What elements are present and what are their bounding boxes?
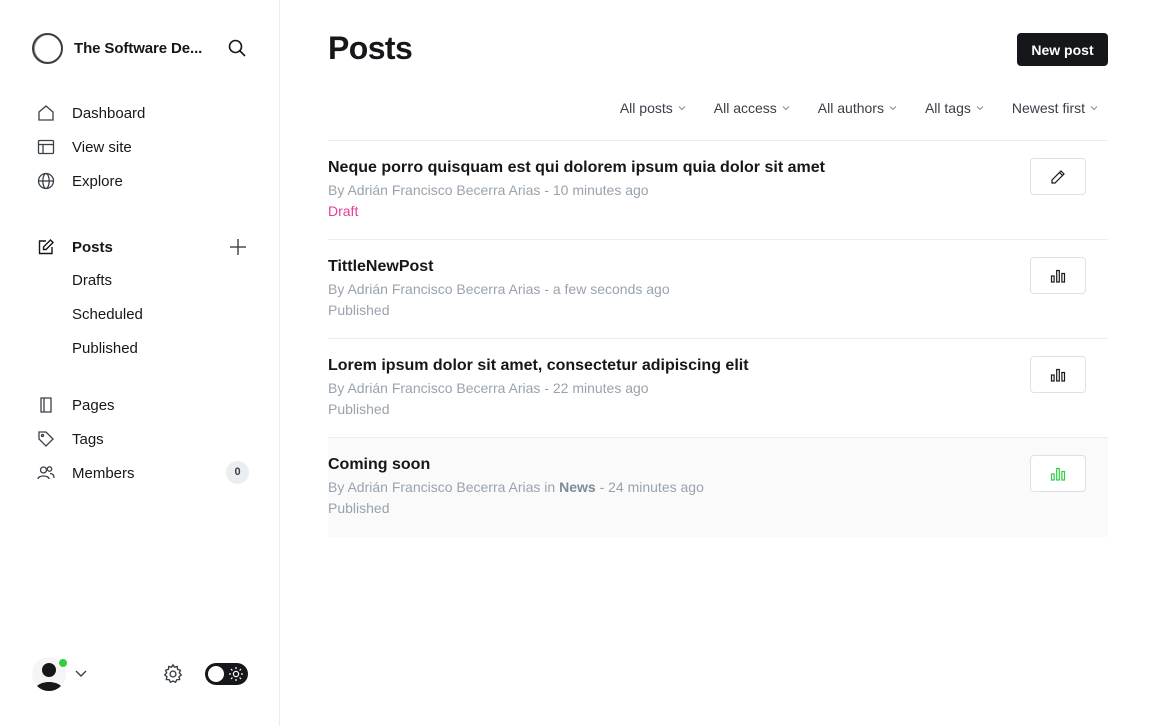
post-tag[interactable]: News [559,479,596,495]
post-row[interactable]: Lorem ipsum dolor sit amet, consectetur … [328,339,1108,438]
post-tag-prefix: in [540,479,560,495]
post-title: Lorem ipsum dolor sit amet, consectetur … [328,357,749,374]
chevron-down-icon [782,106,790,111]
filter-label: Newest first [1011,100,1085,116]
globe-icon [36,171,56,191]
sidebar-item-drafts[interactable]: Drafts [72,270,112,292]
new-post-button[interactable]: New post [1017,33,1108,66]
filter-label: All access [713,100,777,116]
post-meta: By Adrián Francisco Becerra Arias - 10 m… [328,182,649,198]
sidebar-item-label: Pages [72,396,115,414]
brand[interactable]: The Software De... [32,32,210,64]
sidebar-footer [32,656,248,692]
site-title: The Software De... [74,39,203,57]
page-title: Posts [328,30,413,66]
sidebar-item-posts[interactable]: Posts [36,235,113,259]
online-status-dot [58,658,68,668]
analytics-icon [1050,368,1066,382]
filter-label: All tags [924,100,971,116]
filter-bar: All posts All access All authors All tag… [592,100,1098,116]
post-meta: By Adrián Francisco Becerra Arias - a fe… [328,281,670,297]
sidebar-item-scheduled[interactable]: Scheduled [72,304,143,326]
pencil-icon [1051,169,1065,184]
post-row[interactable]: Neque porro quisquam est qui dolorem ips… [328,141,1108,240]
sidebar-item-pages[interactable]: Pages [36,393,115,417]
members-count-badge: 0 [226,461,249,484]
post-title: Neque porro quisquam est qui dolorem ips… [328,159,825,176]
post-title: TittleNewPost [328,258,434,275]
post-author: By Adrián Francisco Becerra Arias [328,380,541,396]
layout-icon [36,137,56,157]
post-author: By Adrián Francisco Becerra Arias [328,281,541,297]
chevron-down-icon [678,106,686,111]
post-status: Draft [328,203,359,219]
home-icon [36,103,56,123]
post-title: Coming soon [328,456,431,473]
sidebar-item-members[interactable]: Members [36,461,135,485]
sidebar-item-dashboard[interactable]: Dashboard [36,101,145,125]
sidebar-item-view-site[interactable]: View site [36,135,132,159]
toggle-knob [208,666,224,682]
site-logo [32,32,63,64]
analytics-button[interactable] [1030,257,1086,294]
filter-tags[interactable]: All tags [925,100,984,116]
filter-sort[interactable]: Newest first [1012,100,1098,116]
sun-icon [229,667,243,681]
filter-access[interactable]: All access [714,100,790,116]
sidebar-item-label: Tags [72,430,104,448]
post-meta: By Adrián Francisco Becerra Arias - 22 m… [328,380,649,396]
chevron-down-icon[interactable] [74,666,88,680]
post-meta: By Adrián Francisco Becerra Arias in New… [328,479,704,495]
sidebar-item-label: Explore [72,172,123,190]
post-time: - a few seconds ago [544,281,670,297]
chevron-down-icon [889,106,897,111]
analytics-icon [1050,269,1066,283]
analytics-icon [1050,467,1066,481]
add-post-icon[interactable] [228,237,248,257]
post-time: - 10 minutes ago [544,182,649,198]
members-icon [36,463,56,483]
sidebar-item-published[interactable]: Published [72,338,138,360]
gear-icon[interactable] [162,663,184,685]
chevron-down-icon [1090,106,1098,111]
post-author: By Adrián Francisco Becerra Arias [328,182,541,198]
posts-list: Neque porro quisquam est qui dolorem ips… [328,140,1108,537]
sidebar: The Software De... Dashboard View site E… [0,0,280,726]
post-time: - 22 minutes ago [544,380,649,396]
sidebar-item-label: View site [72,138,132,156]
search-icon[interactable] [227,38,247,58]
post-status: Published [328,302,390,318]
page-icon [36,395,56,415]
sidebar-item-explore[interactable]: Explore [36,169,123,193]
tag-icon [36,429,56,449]
sidebar-item-label: Dashboard [72,104,146,122]
sidebar-item-tags[interactable]: Tags [36,427,104,451]
post-row[interactable]: Coming soon By Adrián Francisco Becerra … [328,438,1108,537]
filter-type[interactable]: All posts [620,100,686,116]
filter-label: All posts [619,100,673,116]
filter-label: All authors [817,100,884,116]
analytics-button[interactable] [1030,356,1086,393]
post-author: By Adrián Francisco Becerra Arias [328,479,541,495]
chevron-down-icon [976,106,984,111]
theme-toggle[interactable] [205,663,248,685]
post-status: Published [328,401,390,417]
analytics-button[interactable] [1030,455,1086,492]
filter-authors[interactable]: All authors [818,100,897,116]
post-time: - 24 minutes ago [599,479,704,495]
post-row[interactable]: TittleNewPost By Adrián Francisco Becerr… [328,240,1108,339]
post-status: Published [328,500,390,516]
sidebar-item-label: Posts [72,238,113,256]
sidebar-item-label: Members [72,464,135,482]
edit-posts-icon [36,237,56,257]
edit-post-button[interactable] [1030,158,1086,195]
